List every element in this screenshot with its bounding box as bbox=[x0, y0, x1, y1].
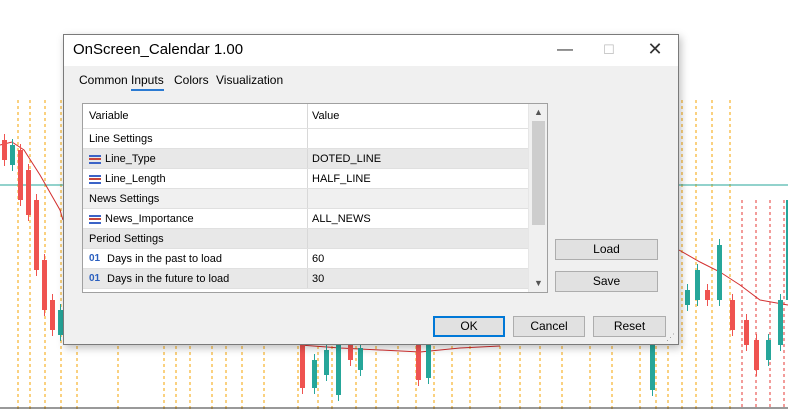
scrollbar-thumb[interactable] bbox=[532, 121, 545, 225]
param-name-text: Days in the future to load bbox=[107, 273, 230, 285]
section-value bbox=[307, 229, 528, 248]
section-label: Period Settings bbox=[89, 233, 164, 245]
param-row-news-importance[interactable]: News_Importance ALL_NEWS bbox=[83, 209, 528, 229]
candle-bull bbox=[717, 245, 722, 300]
param-row-days-future[interactable]: 01 Days in the future to load 30 bbox=[83, 269, 528, 289]
param-value[interactable]: 60 bbox=[307, 249, 528, 268]
candle-bull bbox=[312, 360, 317, 388]
section-label: Line Settings bbox=[89, 133, 153, 145]
window-title: OnScreen_Calendar 1.00 bbox=[73, 41, 244, 58]
load-button[interactable]: Load bbox=[555, 239, 658, 260]
candle-bear bbox=[300, 345, 305, 388]
section-label: News Settings bbox=[89, 193, 160, 205]
param-value[interactable]: 30 bbox=[307, 269, 528, 288]
resize-grip-icon[interactable]: ⋰ bbox=[666, 332, 676, 342]
param-value[interactable]: DOTED_LINE bbox=[307, 149, 528, 168]
param-name-text: Days in the past to load bbox=[107, 253, 222, 265]
enum-list-icon bbox=[89, 154, 101, 164]
param-name: 01 Days in the past to load bbox=[83, 249, 307, 268]
scroll-down-arrow-icon[interactable]: ▼ bbox=[529, 275, 547, 292]
param-value[interactable]: HALF_LINE bbox=[307, 169, 528, 188]
column-header-value[interactable]: Value bbox=[307, 104, 528, 128]
candle-bear bbox=[34, 200, 39, 270]
section-value bbox=[307, 129, 528, 148]
grid-header: Variable Value bbox=[83, 104, 528, 129]
scroll-up-arrow-icon[interactable]: ▲ bbox=[529, 104, 547, 121]
candle-bear bbox=[18, 150, 23, 200]
candle-bear bbox=[705, 290, 710, 300]
param-row-line-type[interactable]: Line_Type DOTED_LINE bbox=[83, 149, 528, 169]
param-name: 01 Days in the future to load bbox=[83, 269, 307, 288]
close-button[interactable]: ✕ bbox=[632, 35, 678, 66]
candle-bull bbox=[766, 340, 771, 360]
integer-icon: 01 bbox=[89, 253, 101, 265]
param-value[interactable]: ALL_NEWS bbox=[307, 209, 528, 228]
minimize-button[interactable]: — bbox=[542, 35, 588, 66]
candle-bull bbox=[324, 350, 329, 375]
section-row-news-settings[interactable]: News Settings bbox=[83, 189, 528, 209]
candle-bull bbox=[685, 290, 690, 305]
param-row-line-length[interactable]: Line_Length HALF_LINE bbox=[83, 169, 528, 189]
param-row-days-past[interactable]: 01 Days in the past to load 60 bbox=[83, 249, 528, 269]
section-value bbox=[307, 189, 528, 208]
reset-button[interactable]: Reset bbox=[593, 316, 666, 337]
param-name: Line_Type bbox=[83, 149, 307, 168]
candle-bull bbox=[358, 348, 363, 370]
candle-bear bbox=[744, 320, 749, 345]
column-header-variable[interactable]: Variable bbox=[83, 104, 307, 128]
param-name: News_Importance bbox=[83, 209, 307, 228]
title-bar[interactable]: OnScreen_Calendar 1.00 — ☐ ✕ bbox=[64, 35, 678, 66]
section-row-period-settings[interactable]: Period Settings bbox=[83, 229, 528, 249]
integer-icon: 01 bbox=[89, 273, 101, 285]
candle-bear bbox=[348, 345, 353, 360]
param-name: Line_Length bbox=[83, 169, 307, 188]
candle-bull bbox=[778, 300, 783, 345]
candle-bull bbox=[336, 345, 341, 395]
tab-visualization[interactable]: Visualization bbox=[216, 73, 283, 87]
properties-dialog: OnScreen_Calendar 1.00 — ☐ ✕ Common Inpu… bbox=[63, 34, 679, 345]
candle-bear bbox=[42, 260, 47, 310]
candle-bear bbox=[416, 345, 421, 380]
param-name-text: Line_Type bbox=[105, 153, 156, 165]
enum-list-icon bbox=[89, 174, 101, 184]
candle-bear bbox=[26, 170, 31, 215]
section-row-line-settings[interactable]: Line Settings bbox=[83, 129, 528, 149]
candle-bull bbox=[695, 270, 700, 300]
maximize-button[interactable]: ☐ bbox=[586, 35, 632, 66]
vertical-scrollbar[interactable]: ▲ ▼ bbox=[528, 104, 547, 292]
candle-bull bbox=[650, 345, 655, 390]
param-name-text: News_Importance bbox=[105, 213, 194, 225]
candle-bear bbox=[754, 340, 759, 370]
cancel-button[interactable]: Cancel bbox=[513, 316, 585, 337]
tab-colors[interactable]: Colors bbox=[174, 73, 209, 87]
candle-bear bbox=[2, 140, 7, 160]
ma-line-left bbox=[0, 141, 64, 221]
param-name-text: Line_Length bbox=[105, 173, 166, 185]
candle-bear bbox=[730, 300, 735, 330]
enum-list-icon bbox=[89, 214, 101, 224]
save-button[interactable]: Save bbox=[555, 271, 658, 292]
tab-inputs[interactable]: Inputs bbox=[131, 73, 164, 91]
inputs-grid: Variable Value Line Settings Line_Type D… bbox=[82, 103, 548, 293]
tab-common[interactable]: Common bbox=[79, 73, 128, 87]
candle-bear bbox=[50, 300, 55, 330]
candle-bull bbox=[10, 145, 15, 165]
candle-bull bbox=[426, 345, 431, 378]
ok-button[interactable]: OK bbox=[433, 316, 505, 337]
